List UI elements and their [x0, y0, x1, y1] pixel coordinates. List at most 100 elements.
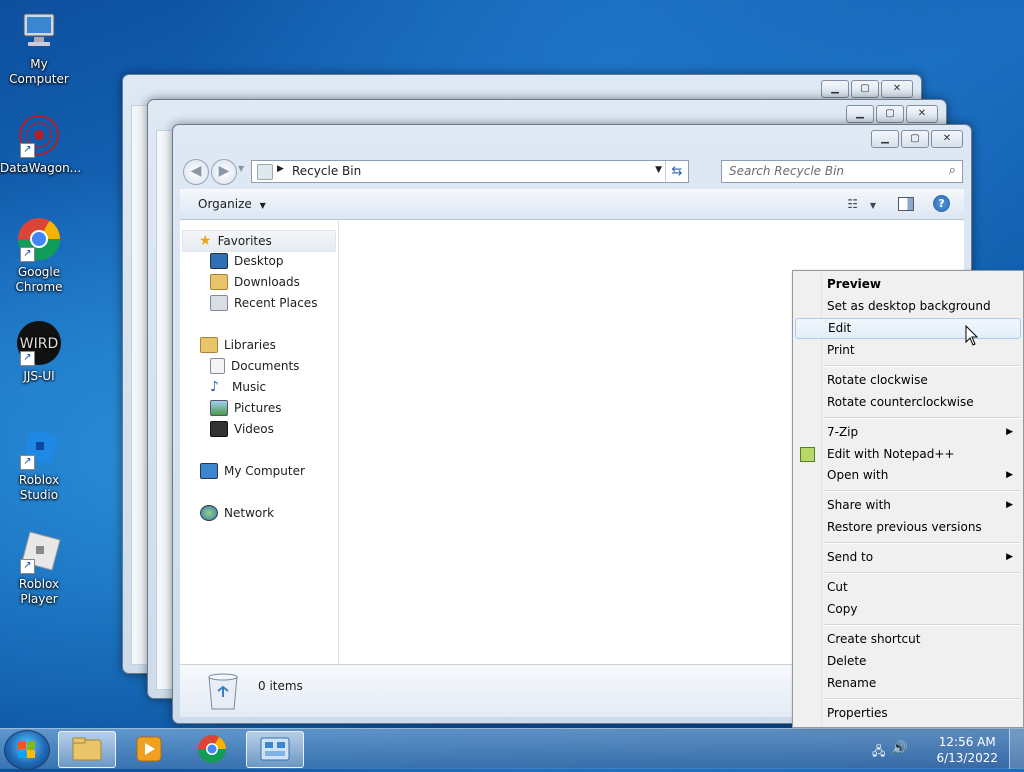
menu-item-rotate-counterclockwise[interactable]: Rotate counterclockwise — [795, 392, 1021, 413]
search-box[interactable]: Search Recycle Bin ⌕ — [721, 160, 963, 183]
desktop-icon-roblox-player[interactable]: ↗ Roblox Player — [0, 528, 78, 607]
nav-libraries[interactable]: Libraries — [200, 335, 276, 355]
forward-button[interactable]: ▶ — [211, 159, 237, 185]
music-icon: ♪ — [210, 379, 219, 395]
taskbar-media-player-button[interactable] — [121, 731, 177, 766]
nav-my-computer[interactable]: My Computer — [200, 461, 305, 481]
maximize-button[interactable]: ▢ — [851, 80, 879, 98]
help-icon[interactable]: ? — [933, 195, 950, 212]
menu-item-set-desktop-background[interactable]: Set as desktop background — [795, 296, 1021, 317]
desktop-icon-label: JJS-UI — [23, 369, 55, 383]
menu-item-7zip[interactable]: 7-Zip ▶ — [795, 422, 1021, 443]
roblox-studio-icon: ↗ — [16, 424, 62, 470]
minimize-button[interactable]: ▁ — [871, 130, 899, 148]
command-bar: Organize ▼ ☷ ▼ ? — [180, 189, 964, 220]
minimize-button[interactable]: ▁ — [846, 105, 874, 123]
menu-item-restore-previous-versions[interactable]: Restore previous versions — [795, 517, 1021, 538]
menu-item-delete[interactable]: Delete — [795, 651, 1021, 672]
maximize-button[interactable]: ▢ — [876, 105, 904, 123]
nav-label: Downloads — [234, 275, 300, 289]
datawagon-icon: ↗ — [16, 112, 62, 158]
close-button[interactable]: ✕ — [931, 130, 963, 148]
menu-separator — [824, 624, 1021, 626]
organize-label: Organize — [198, 197, 252, 211]
nav-videos[interactable]: Videos — [210, 419, 274, 439]
nav-recent-places[interactable]: Recent Places — [210, 293, 317, 313]
svg-text:WIRD: WIRD — [20, 336, 58, 352]
desktop-icon-datawagon[interactable]: ↗ DataWagon... — [0, 112, 81, 176]
desktop-icon-label: Roblox Player — [18, 577, 60, 606]
pictures-icon — [210, 400, 228, 416]
desktop-icon — [210, 253, 228, 269]
menu-item-share-with[interactable]: Share with ▶ — [795, 495, 1021, 516]
notepadpp-icon — [800, 447, 815, 462]
refresh-icon[interactable]: ⇆ — [665, 161, 688, 182]
computer-icon — [200, 463, 218, 479]
menu-item-edit-notepadpp[interactable]: Edit with Notepad++ — [795, 444, 1021, 465]
start-button[interactable] — [4, 730, 50, 770]
breadcrumb-arrow-icon[interactable]: ▶ — [277, 164, 284, 174]
taskbar-control-panel-button[interactable] — [246, 731, 304, 768]
desktop-icon-jjs-ui[interactable]: WIRD ↗ JJS-UI — [0, 320, 78, 384]
shortcut-arrow-icon: ↗ — [20, 559, 35, 574]
menu-label: Open with — [827, 468, 889, 482]
show-desktop-button[interactable] — [1009, 729, 1024, 769]
desktop-icon-label: Roblox Studio — [18, 473, 60, 502]
menu-item-copy[interactable]: Copy — [795, 599, 1021, 620]
windows-orb-icon — [18, 741, 35, 758]
organize-button[interactable]: Organize ▼ — [198, 197, 266, 211]
nav-pictures[interactable]: Pictures — [210, 398, 282, 418]
nav-documents[interactable]: Documents — [210, 356, 299, 376]
menu-item-create-shortcut[interactable]: Create shortcut — [795, 629, 1021, 650]
minimize-button[interactable]: ▁ — [821, 80, 849, 98]
desktop-icon-chrome[interactable]: ↗ Google Chrome — [0, 216, 78, 295]
taskbar-chrome-button[interactable] — [184, 731, 240, 766]
taskbar-explorer-button[interactable] — [58, 731, 116, 768]
recent-places-icon — [210, 295, 228, 311]
back-button[interactable]: ◀ — [183, 159, 209, 185]
close-button[interactable]: ✕ — [881, 80, 913, 98]
preview-pane-icon[interactable] — [898, 197, 914, 211]
nav-music[interactable]: ♪ Music — [210, 377, 266, 397]
submenu-arrow-icon: ▶ — [1006, 500, 1013, 510]
nav-label: Documents — [231, 359, 300, 373]
menu-item-properties[interactable]: Properties — [795, 703, 1021, 724]
star-icon: ★ — [199, 233, 212, 249]
menu-separator — [824, 698, 1021, 700]
nav-network[interactable]: Network — [200, 503, 274, 523]
menu-item-print[interactable]: Print — [795, 340, 1021, 361]
recent-pages-dropdown-icon[interactable]: ▼ — [238, 164, 244, 173]
maximize-button[interactable]: ▢ — [901, 130, 929, 148]
menu-label: Edit with Notepad++ — [827, 447, 955, 461]
system-clock[interactable]: 12:56 AM 6/13/2022 — [936, 734, 998, 766]
nav-downloads[interactable]: Downloads — [210, 272, 300, 292]
desktop-icon-label: My Computer — [9, 57, 69, 86]
nav-label: Favorites — [217, 234, 272, 248]
address-bar[interactable]: ▶ Recycle Bin ▼ ⇆ — [251, 160, 689, 183]
navigation-pane: ★ Favorites Desktop Downloads Recent Pla… — [180, 220, 339, 665]
menu-item-rename[interactable]: Rename — [795, 673, 1021, 694]
videos-icon — [210, 421, 228, 437]
network-icon — [200, 505, 218, 521]
nav-desktop[interactable]: Desktop — [210, 251, 284, 271]
shortcut-arrow-icon: ↗ — [20, 247, 35, 262]
nav-label: Videos — [234, 422, 274, 436]
nav-favorites[interactable]: ★ Favorites — [182, 230, 336, 252]
menu-item-open-with[interactable]: Open with ▶ — [795, 465, 1021, 486]
volume-tray-icon[interactable]: 🔊 — [892, 741, 908, 756]
desktop-icon-roblox-studio[interactable]: ↗ Roblox Studio — [0, 424, 78, 503]
close-button[interactable]: ✕ — [906, 105, 938, 123]
menu-item-preview[interactable]: Preview — [795, 274, 1021, 295]
address-dropdown-icon[interactable]: ▼ — [655, 165, 662, 175]
change-view-button[interactable]: ☷ ▼ — [847, 197, 876, 211]
search-icon[interactable]: ⌕ — [949, 163, 956, 178]
taskbar: 🖧 🔊 12:56 AM 6/13/2022 — [0, 728, 1024, 770]
recycle-bin-small-icon — [257, 164, 273, 180]
menu-item-rotate-clockwise[interactable]: Rotate clockwise — [795, 370, 1021, 391]
menu-separator — [824, 572, 1021, 574]
network-tray-icon[interactable]: 🖧 — [872, 742, 886, 758]
menu-item-cut[interactable]: Cut — [795, 577, 1021, 598]
desktop-icon-my-computer[interactable]: My Computer — [0, 8, 78, 87]
menu-item-send-to[interactable]: Send to ▶ — [795, 547, 1021, 568]
menu-item-edit[interactable]: Edit — [795, 318, 1021, 339]
